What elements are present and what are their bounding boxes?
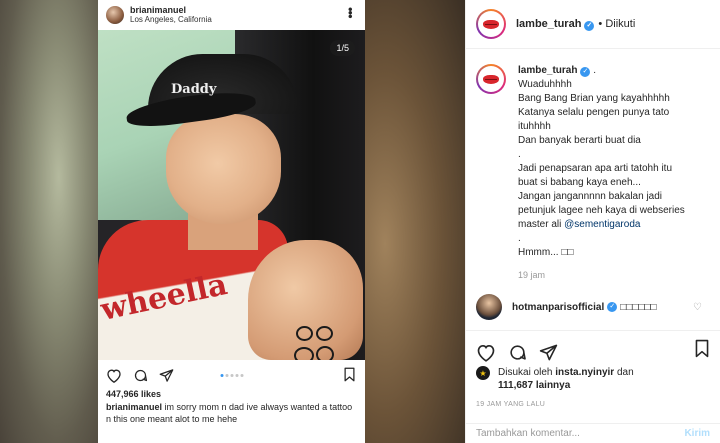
profile-avatar[interactable] xyxy=(476,9,506,39)
liked-by: ★ Disukai oleh insta.nyinyir dan 111,687… xyxy=(476,366,710,392)
comment-username[interactable]: lambe_turah xyxy=(518,65,577,76)
lips-logo-icon xyxy=(483,74,499,84)
comments-list[interactable]: lambe_turah ✓ . Wuaduhhhh Bang Bang Brian … xyxy=(466,50,720,330)
post-date[interactable]: 19 JAM YANG LALU xyxy=(476,401,545,408)
embedded-likes-count: 447,966 likes xyxy=(106,389,162,399)
post-detail-panel: lambe_turah ✓ • Diikuti lambe_turah ✓ . Wu… xyxy=(465,0,720,443)
mention-link[interactable]: @sementigaroda xyxy=(561,219,640,230)
bookmark-icon xyxy=(343,367,356,382)
caption-comment: lambe_turah ✓ . Wuaduhhhh Bang Bang Brian … xyxy=(476,64,710,282)
action-bar xyxy=(466,330,720,366)
like-heart-icon[interactable] xyxy=(476,343,496,362)
embedded-post-header: brianimanuel Los Angeles, California ••• xyxy=(98,0,365,30)
blurred-background-right xyxy=(365,0,465,443)
tattoo-circle xyxy=(316,346,334,360)
carousel-dot xyxy=(230,374,233,377)
verified-badge-icon: ✓ xyxy=(607,302,618,312)
embedded-screenshot: brianimanuel Los Angeles, California •••… xyxy=(98,0,365,443)
carousel-dot xyxy=(225,374,228,377)
post-comment-button[interactable]: Kirim xyxy=(684,428,710,439)
comment-like-icon[interactable]: ♡ xyxy=(693,302,702,313)
comment-time[interactable]: 19 jam xyxy=(518,268,708,282)
header-username[interactable]: lambe_turah ✓ xyxy=(516,18,595,31)
embedded-photo: wheella Daddy 1/5 xyxy=(98,30,365,360)
verified-badge-icon: ✓ xyxy=(584,20,595,31)
caption-username: brianimanuel xyxy=(106,402,163,412)
comment-line: Wuaduhhhh xyxy=(518,79,572,90)
comment-line: ituhhhh xyxy=(518,121,551,132)
comment-line: Bang Bang Brian yang kayahhhhh xyxy=(518,93,670,104)
bookmark-icon[interactable] xyxy=(694,339,710,358)
post-header: lambe_turah ✓ • Diikuti xyxy=(466,0,720,49)
carousel-dot xyxy=(220,374,223,377)
comment-line: Jadi penapsaran apa arti tatohh itu xyxy=(518,163,672,174)
post-media-area: brianimanuel Los Angeles, California •••… xyxy=(0,0,465,443)
face xyxy=(166,114,281,224)
comment-line: Jangan jangannnnn bakalan jadi xyxy=(518,191,663,202)
following-status[interactable]: • Diikuti xyxy=(598,18,635,30)
embedded-location: Los Angeles, California xyxy=(130,15,212,24)
liked-by-prefix: Disukai oleh xyxy=(498,367,553,378)
reply-comment: hotmanparisofficial ✓ □□□□□□ ♡ xyxy=(476,294,710,320)
reply-avatar[interactable] xyxy=(476,294,502,320)
comment-icon[interactable] xyxy=(508,343,527,362)
tattoo-circle xyxy=(296,326,313,341)
lips-logo-icon xyxy=(483,19,499,29)
arm xyxy=(248,240,363,360)
share-icon[interactable] xyxy=(539,343,558,362)
more-options-icon: ••• xyxy=(343,7,358,18)
comment-line: Katanya selalu pengen punya tato xyxy=(518,107,670,118)
heart-icon xyxy=(106,368,122,383)
likes-count[interactable]: 111,687 lainnya xyxy=(498,380,570,391)
tattoo-circle xyxy=(316,326,333,341)
comment-avatar[interactable] xyxy=(476,64,506,94)
blurred-background-left xyxy=(0,0,98,443)
comment-line: . xyxy=(518,149,521,160)
tattoo-circle xyxy=(294,347,314,360)
carousel-dot xyxy=(240,374,243,377)
comment-input-row: Tambahkan komentar... Kirim xyxy=(466,423,720,443)
share-icon xyxy=(159,368,174,383)
comment-line: Hmmm... □□ xyxy=(518,247,574,258)
liked-by-joiner: dan xyxy=(616,367,634,378)
reply-text: □□□□□□ xyxy=(620,301,657,313)
carousel-dot xyxy=(235,374,238,377)
comment-text: Wuaduhhhh Bang Bang Brian yang kayahhhhh K… xyxy=(518,78,708,260)
reply-username[interactable]: hotmanparisofficial xyxy=(512,302,604,313)
comment-line: buat si babang kaya eneh... xyxy=(518,177,641,188)
embedded-action-bar xyxy=(98,360,365,390)
embedded-username: brianimanuel xyxy=(130,5,187,15)
comment-input[interactable]: Tambahkan komentar... xyxy=(476,428,684,439)
carousel-dots xyxy=(220,374,243,377)
comment-line: Dan banyak berarti buat dia xyxy=(518,135,641,146)
comment-line: master ali @sementigaroda xyxy=(518,219,641,230)
carousel-counter: 1/5 xyxy=(330,40,355,56)
embedded-caption: brianimanuel im sorry mom n dad ive alwa… xyxy=(98,399,365,427)
liker-avatar[interactable]: ★ xyxy=(476,366,490,380)
cap-text: Daddy xyxy=(171,82,217,97)
liked-by-user[interactable]: insta.nyinyir xyxy=(555,367,614,378)
comment-icon xyxy=(133,368,148,383)
verified-badge-icon: ✓ xyxy=(580,67,591,77)
embedded-avatar xyxy=(106,6,124,24)
comment-line: . xyxy=(518,233,521,244)
comment-line: petunjuk lagee neh kaya di webseries xyxy=(518,205,685,216)
